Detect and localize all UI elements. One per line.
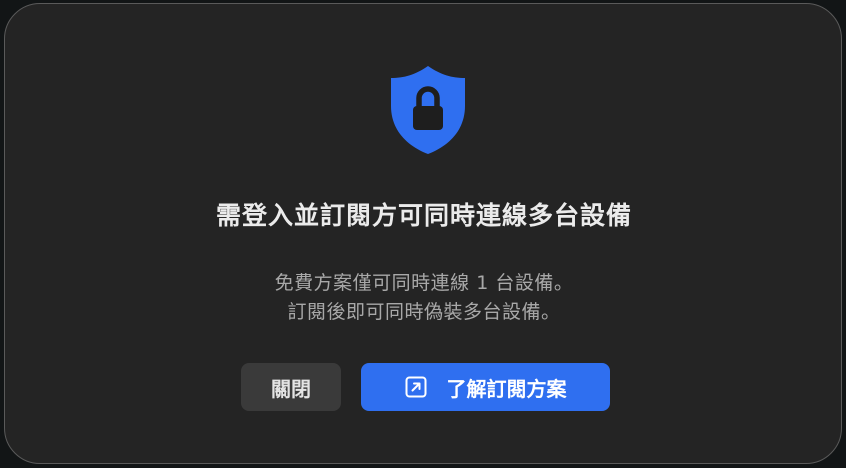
dialog-message-line: 免費方案僅可同時連線 1 台設備。 xyxy=(274,272,574,294)
close-button[interactable]: 關閉 xyxy=(241,363,341,411)
dialog-message-line: 訂閱後即可同時偽裝多台設備。 xyxy=(287,301,561,323)
subscription-required-dialog: 需登入並訂閱方可同時連線多台設備 免費方案僅可同時連線 1 台設備。 訂閱後即可… xyxy=(4,3,842,464)
external-link-icon xyxy=(405,376,426,398)
dialog-title: 需登入並訂閱方可同時連線多台設備 xyxy=(215,201,632,230)
shield-lock-icon xyxy=(391,66,465,154)
learn-subscription-plans-button[interactable]: 了解訂閱方案 xyxy=(361,363,610,411)
dialog-message: 免費方案僅可同時連線 1 台設備。 訂閱後即可同時偽裝多台設備。 xyxy=(5,269,843,327)
close-button-label: 關閉 xyxy=(271,376,311,401)
learn-subscription-plans-label: 了解訂閱方案 xyxy=(446,376,567,401)
